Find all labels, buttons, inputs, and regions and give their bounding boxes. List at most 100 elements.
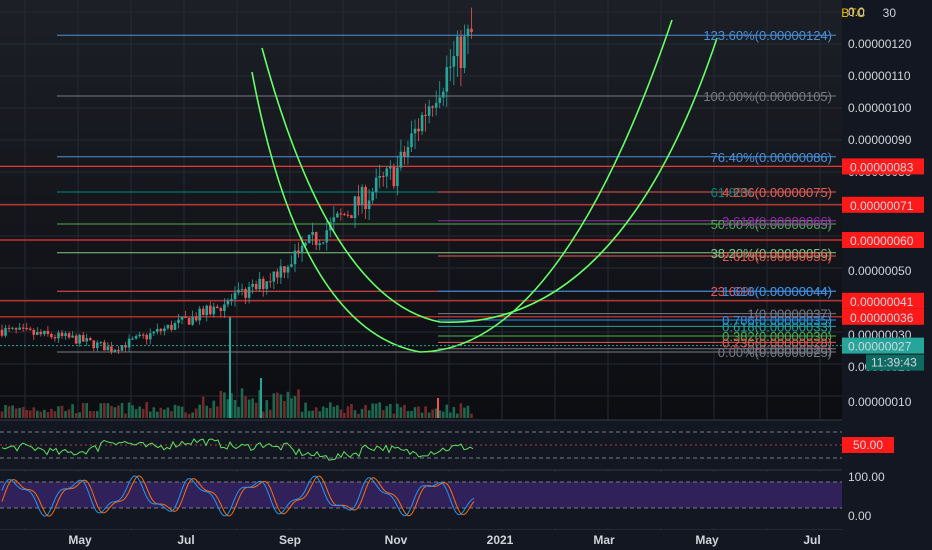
candle-body — [85, 338, 89, 342]
candle-body — [166, 324, 170, 329]
candle-body — [36, 331, 39, 335]
volume-bar — [381, 410, 385, 418]
candle-body — [53, 337, 57, 339]
volume-bar — [396, 403, 399, 418]
volume-bar — [148, 411, 152, 418]
volume-bar — [420, 412, 424, 418]
candle-body — [424, 114, 427, 116]
volume-spike — [229, 317, 231, 418]
candle-body — [367, 200, 371, 210]
volume-bar — [413, 407, 417, 418]
volume-bar — [110, 405, 113, 418]
volume-bar — [159, 407, 163, 418]
volume-bar — [103, 403, 106, 418]
candle-body — [57, 332, 60, 339]
candle-body — [156, 328, 159, 332]
volume-bar — [138, 406, 141, 418]
volume-bar — [297, 389, 300, 418]
candle-body — [148, 333, 152, 340]
volume-bar — [424, 406, 427, 418]
fib-retracement-label: 76.40%(0.00000086) — [711, 150, 832, 165]
time-tick-label: 2021 — [487, 533, 514, 547]
price-tick-label: 0.00000010 — [848, 395, 912, 409]
candle-body — [403, 151, 406, 157]
volume-bar — [156, 411, 159, 418]
volume-bar — [177, 405, 180, 418]
candle-body — [427, 106, 431, 116]
volume-bar — [67, 409, 71, 418]
price-axis[interactable]: 0.00.000001200.000001100.000001000.00000… — [842, 0, 932, 550]
volume-bar — [117, 405, 120, 418]
volume-bar — [328, 402, 332, 418]
level-badge-label: 0.00000083 — [850, 160, 914, 174]
candle-body — [321, 242, 325, 244]
fib-extension-label: 1.618(0.00000044) — [722, 284, 832, 299]
volume-bar — [247, 399, 251, 418]
volume-bar — [321, 406, 325, 418]
candle-body — [283, 266, 286, 273]
volume-bar — [332, 406, 336, 418]
volume-bar — [78, 412, 81, 418]
candle-body — [14, 327, 18, 330]
candle-body — [194, 316, 198, 321]
candle-body — [346, 214, 350, 216]
time-axis[interactable]: May Jul Sep Nov 2021 Mar May Jul — [0, 530, 842, 550]
volume-bar — [194, 408, 198, 418]
time-tick-label: May — [68, 533, 92, 547]
candle-body — [237, 289, 240, 293]
rsi-pane — [0, 421, 842, 469]
candle-body — [60, 332, 64, 337]
candle-body — [413, 128, 417, 134]
volume-bar — [124, 413, 127, 418]
time-tick-label: Jul — [177, 533, 194, 547]
volume-bar — [459, 403, 463, 418]
candle-body — [106, 346, 110, 351]
candle-body — [71, 335, 74, 338]
candle-body — [240, 289, 244, 291]
volume-bar — [201, 396, 205, 418]
volume-bar — [32, 407, 36, 418]
volume-bar — [254, 402, 258, 418]
candle-body — [201, 308, 205, 316]
candle-body — [191, 316, 194, 325]
volume-bar — [244, 396, 247, 418]
volume-bar — [403, 404, 406, 418]
volume-bar — [0, 411, 4, 418]
chart[interactable]: 0.00.000001200.000001100.000001000.00000… — [0, 0, 932, 550]
volume-bar — [226, 399, 230, 418]
candle-body — [297, 250, 300, 254]
level-badge-label: 0.00000041 — [850, 295, 914, 309]
candle-body — [50, 333, 53, 338]
volume-bar — [106, 403, 110, 418]
candle-body — [173, 323, 177, 330]
fib-extension-label: 3.618(0.00000066) — [722, 214, 832, 229]
volume-bar — [57, 406, 60, 418]
fib-extension-label: 4.236(0.00000075) — [722, 185, 832, 200]
volume-bar — [74, 413, 78, 418]
volume-bar — [364, 404, 367, 418]
price-tick-label: 0.00000120 — [848, 37, 912, 51]
volume-bar — [191, 412, 194, 418]
volume-bar — [237, 406, 240, 418]
currency-label: BTC — [841, 6, 866, 20]
volume-bar — [166, 407, 170, 418]
volume-bar — [99, 403, 103, 418]
volume-bar — [449, 412, 452, 418]
volume-bar — [25, 409, 29, 418]
volume-bar — [53, 411, 57, 418]
volume-bar — [251, 398, 254, 418]
volume-bar — [456, 413, 459, 418]
volume-bar — [81, 402, 85, 418]
volume-bar — [141, 408, 145, 418]
volume-bar — [427, 412, 431, 418]
volume-bar — [187, 413, 191, 418]
volume-bar — [283, 400, 286, 418]
volume-bar — [134, 409, 138, 418]
level-badge-label: 0.00000036 — [850, 311, 914, 325]
level-badge-label: 0.00000060 — [850, 234, 914, 248]
volume-bar — [11, 405, 14, 418]
time-tick-label: Mar — [593, 533, 615, 547]
volume-bar — [431, 409, 434, 418]
candle-body — [420, 114, 424, 132]
volume-bar — [300, 411, 304, 418]
